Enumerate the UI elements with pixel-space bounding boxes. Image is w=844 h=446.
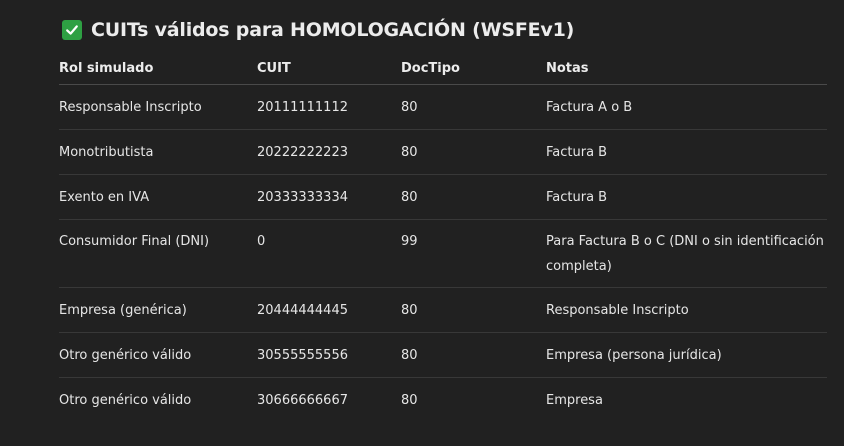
heading-title: CUITs válidos para HOMOLOGACIÓN (WSFEv1): [91, 19, 575, 41]
cell-rol: Exento en IVA: [59, 174, 257, 220]
table-header-row: Rol simulado CUIT DocTipo Notas: [59, 52, 827, 85]
cell-notas: Factura B: [546, 129, 827, 175]
table-row: Responsable Inscripto 20111111112 80 Fac…: [59, 84, 827, 130]
cell-doctipo: 80: [401, 129, 546, 175]
table-row: Empresa (genérica) 20444444445 80 Respon…: [59, 287, 827, 333]
cell-notas: Responsable Inscripto: [546, 287, 827, 333]
cell-cuit: 20333333334: [257, 174, 401, 220]
table-row: Monotributista 20222222223 80 Factura B: [59, 129, 827, 175]
cell-doctipo: 99: [401, 219, 546, 288]
cell-notas: Empresa (persona jurídica): [546, 332, 827, 378]
cell-rol: Otro genérico válido: [59, 332, 257, 378]
table-row: Otro genérico válido 30666666667 80 Empr…: [59, 378, 827, 423]
column-header-notas: Notas: [546, 52, 827, 85]
cell-notas: Para Factura B o C (DNI o sin identifica…: [546, 219, 827, 288]
cell-rol: Empresa (genérica): [59, 287, 257, 333]
table-header: Rol simulado CUIT DocTipo Notas: [59, 52, 827, 85]
cell-cuit: 20222222223: [257, 129, 401, 175]
column-header-rol: Rol simulado: [59, 52, 257, 85]
cell-cuit: 0: [257, 219, 401, 288]
cell-cuit: 20111111112: [257, 84, 401, 130]
table-row: Consumidor Final (DNI) 0 99 Para Factura…: [59, 219, 827, 288]
cell-doctipo: 80: [401, 392, 418, 408]
cuit-table: Rol simulado CUIT DocTipo Notas Responsa…: [59, 52, 827, 422]
column-header-cuit: CUIT: [257, 52, 401, 85]
cell-cuit: 30555555556: [257, 332, 401, 378]
cell-rol: Otro genérico válido: [59, 392, 192, 408]
cell-cuit: 30666666667: [257, 392, 348, 408]
cell-rol: Consumidor Final (DNI): [59, 219, 257, 288]
message-content: CUITs válidos para HOMOLOGACIÓN (WSFEv1)…: [0, 0, 844, 446]
table-row: Otro genérico válido 30555555556 80 Empr…: [59, 332, 827, 378]
cell-notas: Factura A o B: [546, 84, 827, 130]
cell-doctipo: 80: [401, 287, 546, 333]
table-body: Responsable Inscripto 20111111112 80 Fac…: [59, 84, 827, 423]
cell-doctipo: 80: [401, 174, 546, 220]
cell-notas: Factura B: [546, 174, 827, 220]
cell-notas: Empresa: [546, 392, 603, 408]
cell-rol: Responsable Inscripto: [59, 84, 257, 130]
cell-doctipo: 80: [401, 332, 546, 378]
section-heading: CUITs válidos para HOMOLOGACIÓN (WSFEv1): [62, 16, 574, 44]
table-row: Exento en IVA 20333333334 80 Factura B: [59, 174, 827, 220]
check-mark-button-icon: [62, 20, 82, 40]
cell-cuit: 20444444445: [257, 287, 401, 333]
cell-doctipo: 80: [401, 84, 546, 130]
column-header-doctipo: DocTipo: [401, 52, 546, 85]
cell-rol: Monotributista: [59, 129, 257, 175]
